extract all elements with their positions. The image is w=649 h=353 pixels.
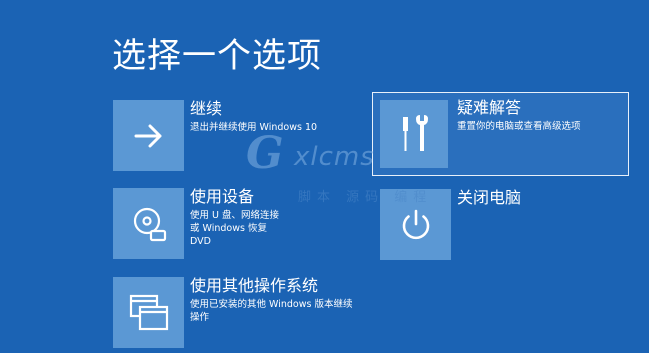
other-os-tile[interactable] — [113, 277, 184, 348]
other-os-option[interactable]: 使用其他操作系统 使用已安装的其他 Windows 版本继续操作 — [113, 276, 353, 349]
troubleshoot-label: 疑难解答 — [457, 98, 522, 117]
shutdown-label: 关闭电脑 — [457, 188, 522, 207]
other-os-description: 使用已安装的其他 Windows 版本继续操作 — [190, 299, 353, 323]
disc-drive-icon — [133, 207, 166, 241]
tools-icon — [403, 115, 428, 151]
continue-option[interactable]: 继续 退出并继续使用 Windows 10 — [113, 99, 333, 172]
use-device-label: 使用设备 — [190, 187, 255, 206]
continue-tile[interactable] — [113, 100, 184, 171]
troubleshoot-description: 重置你的电脑或查看高级选项 — [457, 121, 581, 132]
power-icon — [402, 209, 429, 239]
shutdown-option[interactable]: 关闭电脑 — [380, 188, 600, 261]
use-device-option[interactable]: 使用设备 使用 U 盘、网络连接或 Windows 恢复 DVD — [113, 187, 288, 260]
shutdown-tile[interactable] — [380, 189, 451, 260]
page-title: 选择一个选项 — [112, 36, 322, 76]
use-device-description: 使用 U 盘、网络连接或 Windows 恢复 DVD — [190, 210, 279, 247]
continue-description: 退出并继续使用 Windows 10 — [190, 122, 318, 133]
arrow-right-icon — [134, 124, 161, 147]
continue-label: 继续 — [190, 99, 223, 118]
windows-stack-icon — [129, 294, 168, 330]
use-device-tile[interactable] — [113, 188, 184, 259]
troubleshoot-tile[interactable] — [380, 100, 448, 168]
other-os-label: 使用其他操作系统 — [190, 276, 319, 295]
troubleshoot-option[interactable]: 疑难解答 重置你的电脑或查看高级选项 — [372, 92, 629, 176]
